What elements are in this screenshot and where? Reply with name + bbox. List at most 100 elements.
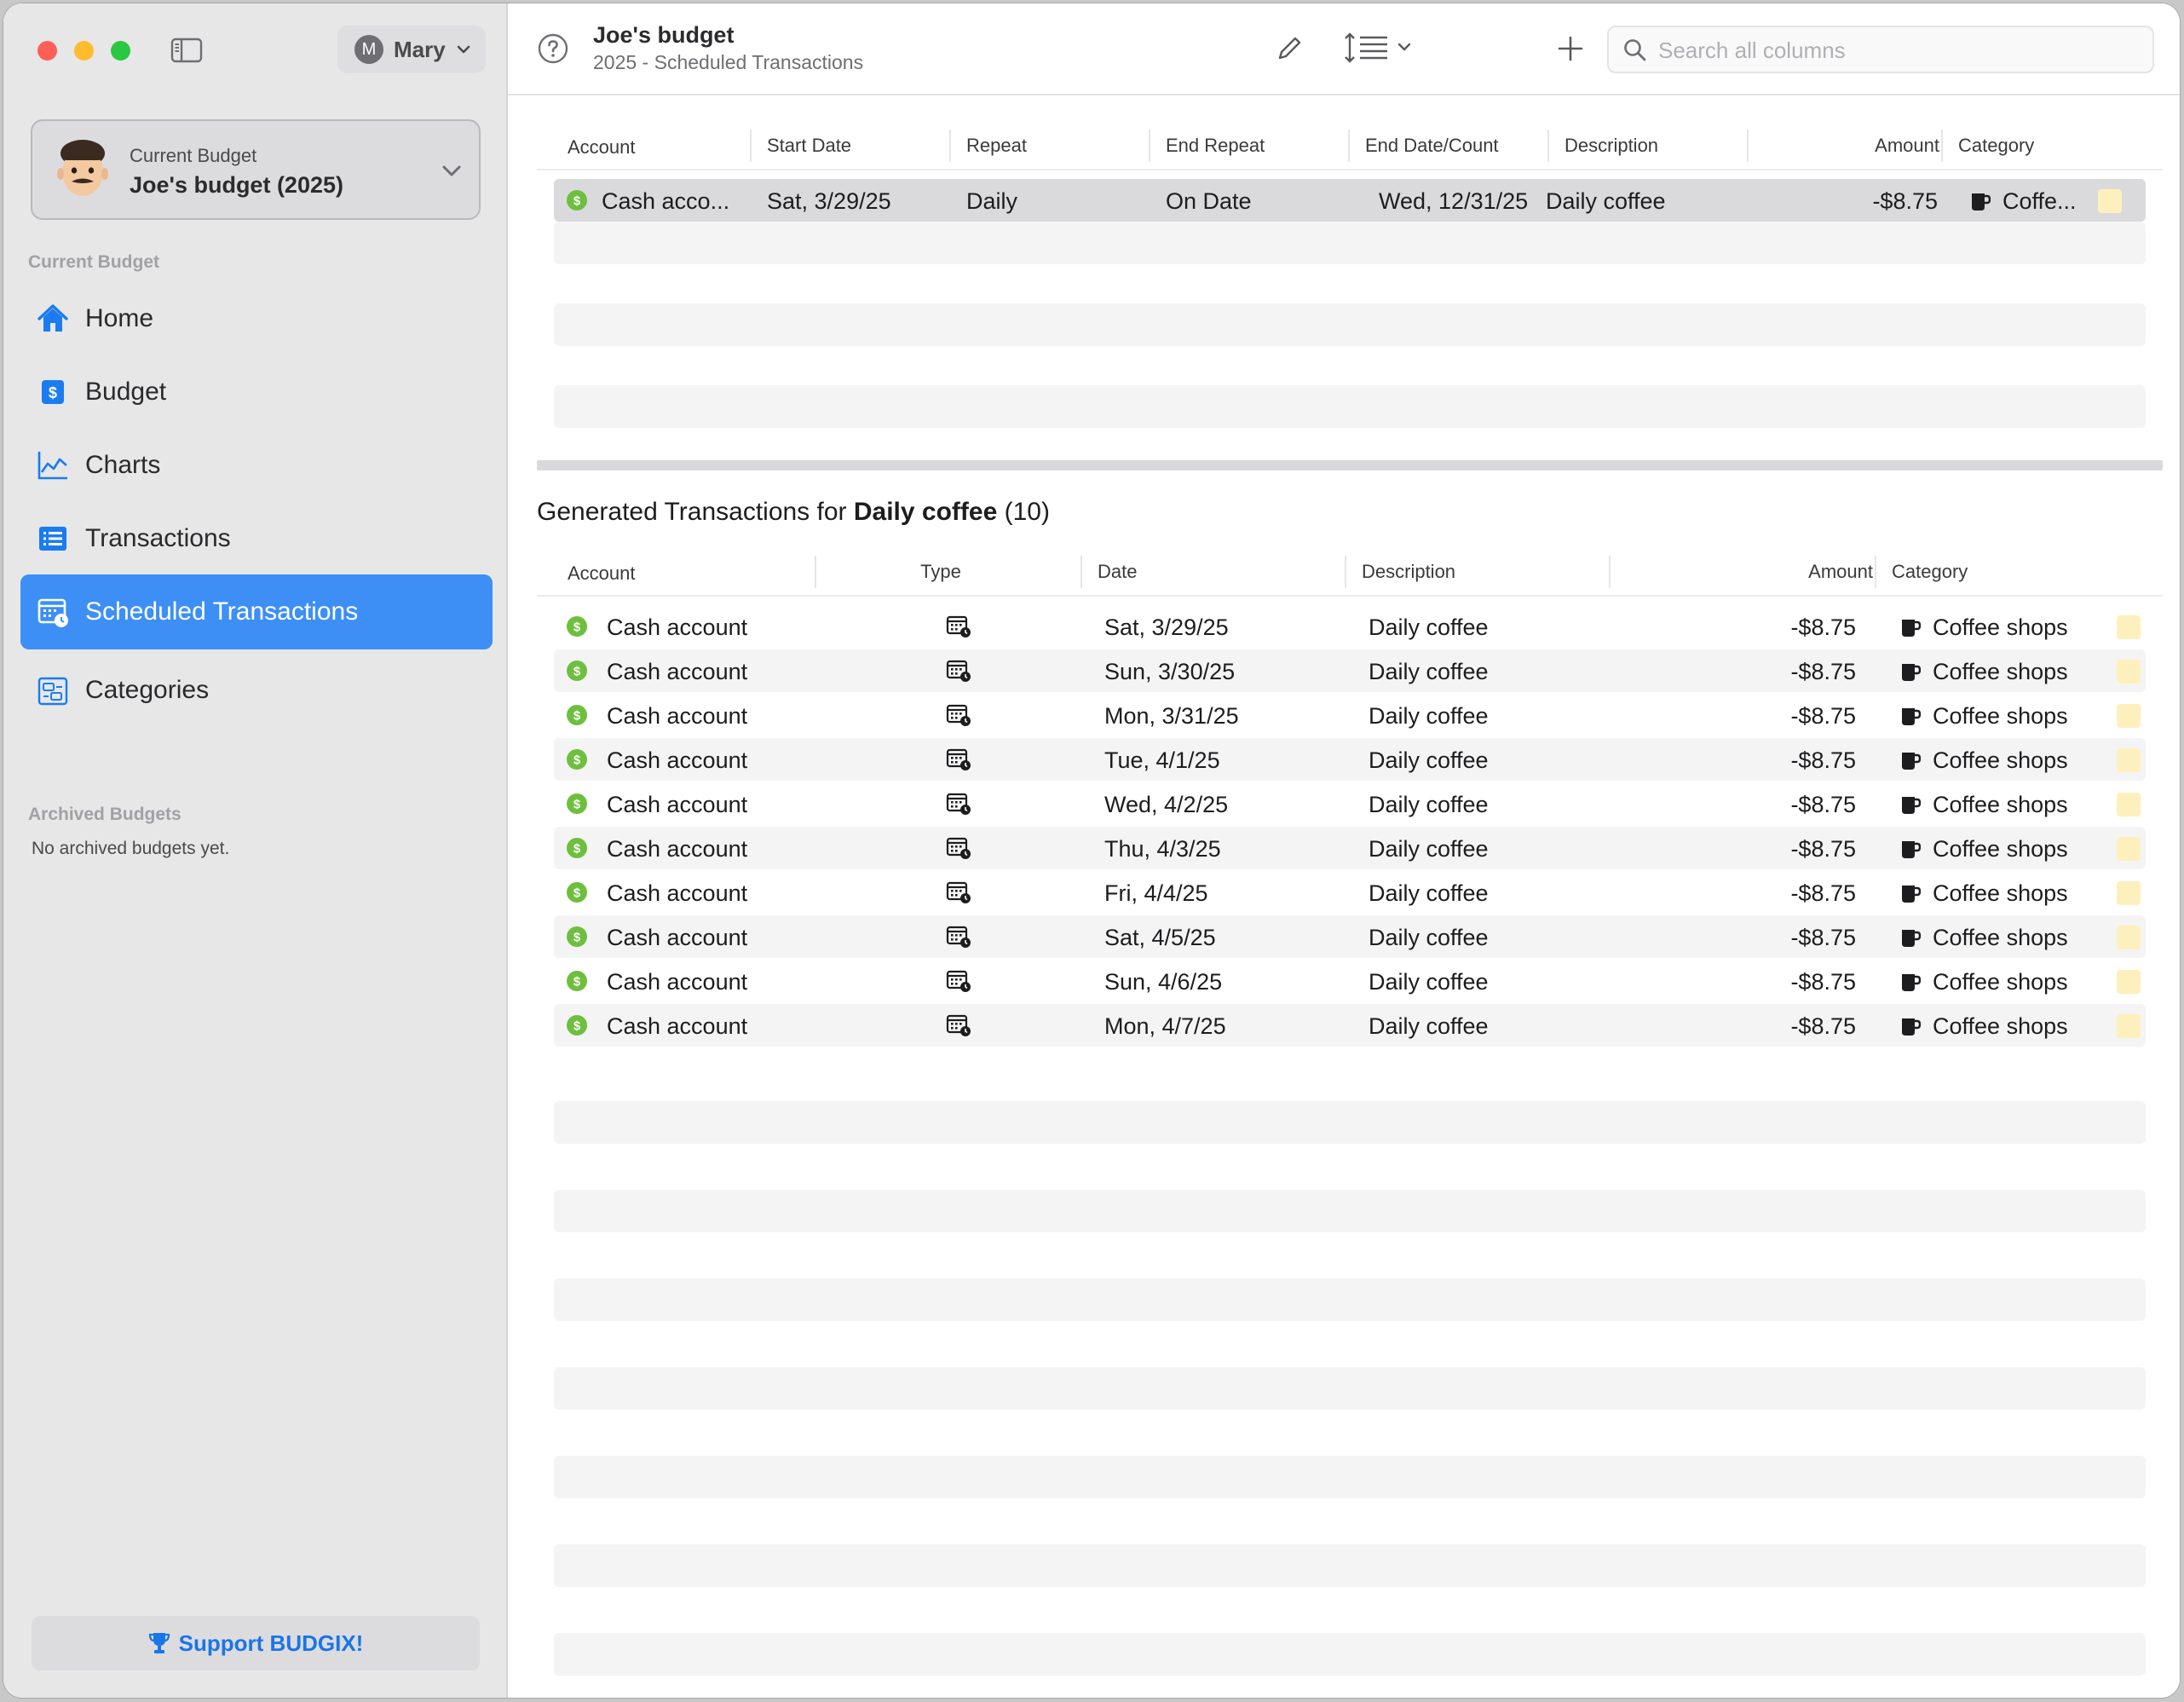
table-row[interactable]: $ Cash account Thu, 4/3/25 Daily coffee …: [554, 827, 2146, 869]
category-color-swatch: [2117, 837, 2141, 861]
column-header-amount[interactable]: Amount: [1747, 130, 1956, 162]
column-header-description[interactable]: Description: [1547, 130, 1658, 162]
column-header-date[interactable]: Date: [1080, 556, 1137, 588]
svg-text:$: $: [573, 975, 581, 989]
sidebar-item-categories[interactable]: Categories: [20, 653, 493, 728]
sidebar-item-budget[interactable]: $ Budget: [20, 355, 493, 430]
table-row[interactable]: $ Cash account Sun, 3/30/25 Daily coffee…: [554, 649, 2146, 692]
window-controls: [37, 41, 130, 61]
coffee-mug-icon: [1902, 886, 1921, 903]
category-color-swatch: [2117, 926, 2141, 949]
table-row[interactable]: $ Cash account Sat, 4/5/25 Daily coffee …: [554, 915, 2146, 958]
column-header-end-repeat[interactable]: End Repeat: [1149, 130, 1265, 162]
close-window-button[interactable]: [37, 41, 57, 61]
minimize-window-button[interactable]: [74, 41, 94, 61]
generated-title-name: Daily coffee: [853, 498, 998, 526]
no-archived-budgets-text: No archived budgets yet.: [32, 839, 230, 858]
category-cell: Coffee shops: [1933, 792, 2068, 817]
table-row[interactable]: $ Cash account Fri, 4/4/25 Daily coffee …: [554, 871, 2146, 914]
column-header-description[interactable]: Description: [1345, 556, 1455, 588]
row-height-menu-icon[interactable]: [1343, 31, 1420, 65]
category-cell: Coffee shops: [1933, 836, 2068, 862]
sidebar-item-charts[interactable]: Charts: [20, 428, 493, 503]
column-header-end-date-count[interactable]: End Date/Count: [1348, 130, 1499, 162]
sidebar-item-label: Transactions: [85, 524, 231, 552]
user-menu-button[interactable]: M Mary: [337, 26, 486, 73]
description-cell: Daily coffee: [1546, 188, 1666, 214]
column-header-amount[interactable]: Amount: [1609, 556, 1890, 588]
scheduled-calendar-icon: [946, 793, 971, 815]
description-cell: Daily coffee: [1369, 969, 1489, 995]
sidebar-item-label: Categories: [85, 676, 210, 704]
main-content: Joe's budget 2025 - Scheduled Transactio…: [508, 3, 2180, 1698]
current-budget-selector[interactable]: Current Budget Joe's budget (2025): [31, 119, 481, 220]
sidebar-item-home[interactable]: Home: [20, 281, 493, 356]
description-cell: Daily coffee: [1369, 747, 1489, 773]
sidebar-item-label: Charts: [85, 451, 161, 479]
scheduled-calendar-icon: [946, 837, 971, 859]
support-button-label: Support BUDGIX!: [178, 1630, 364, 1656]
calendar-clock-icon: [37, 598, 68, 627]
table-row[interactable]: $ Cash acco... Sat, 3/29/25 Daily On Dat…: [554, 179, 2146, 222]
table-row[interactable]: $ Cash account Wed, 4/2/25 Daily coffee …: [554, 782, 2146, 825]
empty-row: [554, 385, 2146, 428]
table-header: Account Start Date Repeat End Repeat End…: [537, 123, 2163, 170]
sidebar-item-label: Scheduled Transactions: [85, 597, 359, 626]
table-row[interactable]: $ Cash account Mon, 4/7/25 Daily coffee …: [554, 1004, 2146, 1047]
trophy-icon: [148, 1633, 170, 1653]
category-color-swatch: [2117, 704, 2141, 728]
column-header-account[interactable]: Account: [568, 136, 636, 159]
date-cell: Mon, 3/31/25: [1104, 703, 1239, 729]
column-header-account[interactable]: Account: [568, 563, 636, 585]
account-cell: Cash account: [607, 925, 748, 950]
description-cell: Daily coffee: [1369, 836, 1489, 862]
category-color-swatch: [2098, 189, 2122, 213]
svg-text:$: $: [573, 665, 581, 679]
column-header-type[interactable]: Type: [815, 556, 1065, 588]
sidebar: M Mary Current Budget Joe's budget (2025…: [3, 3, 508, 1698]
column-header-start-date[interactable]: Start Date: [750, 130, 851, 162]
support-button[interactable]: Support BUDGIX!: [32, 1616, 480, 1670]
description-cell: Daily coffee: [1369, 614, 1489, 640]
search-icon: [1624, 39, 1646, 61]
scheduled-calendar-icon: [946, 660, 971, 682]
search-input[interactable]: [1657, 34, 2137, 66]
coffee-mug-icon: [1902, 797, 1921, 814]
amount-cell: -$8.75: [1790, 836, 1856, 862]
date-cell: Sun, 3/30/25: [1104, 659, 1236, 684]
table-row[interactable]: $ Cash account Sat, 3/29/25 Daily coffee…: [554, 605, 2146, 648]
search-field[interactable]: [1607, 26, 2154, 73]
table-row[interactable]: $ Cash account Sun, 4/6/25 Daily coffee …: [554, 960, 2146, 1002]
sidebar-item-label: Budget: [85, 378, 167, 406]
svg-text:$: $: [573, 931, 581, 945]
date-cell: Fri, 4/4/25: [1104, 880, 1208, 906]
scheduled-calendar-icon: [946, 970, 971, 992]
user-name: Mary: [394, 36, 446, 62]
column-header-category[interactable]: Category: [1941, 130, 2034, 162]
category-cell: Coffee shops: [1933, 1013, 2068, 1039]
current-budget-section-title: Current Budget: [28, 252, 159, 272]
split-view-divider[interactable]: [537, 460, 2163, 470]
add-icon[interactable]: [1556, 34, 1585, 63]
category-color-swatch: [2117, 793, 2141, 816]
sidebar-item-scheduled-transactions[interactable]: Scheduled Transactions: [20, 574, 493, 649]
pencil-icon[interactable]: [1275, 34, 1304, 63]
account-cell: Cash account: [607, 659, 748, 684]
list-icon: [39, 527, 66, 551]
amount-cell: -$8.75: [1790, 880, 1856, 906]
account-cell: Cash acco...: [602, 188, 730, 214]
sidebar-toggle-icon[interactable]: [170, 38, 203, 63]
table-row[interactable]: $ Cash account Mon, 3/31/25 Daily coffee…: [554, 694, 2146, 736]
description-cell: Daily coffee: [1369, 880, 1489, 906]
table-row[interactable]: $ Cash account Tue, 4/1/25 Daily coffee …: [554, 738, 2146, 781]
categories-icon: [37, 677, 68, 706]
empty-row: [554, 1633, 2146, 1676]
sidebar-item-transactions[interactable]: Transactions: [20, 501, 493, 576]
column-header-category[interactable]: Category: [1875, 556, 1968, 588]
column-header-repeat[interactable]: Repeat: [949, 130, 1027, 162]
amount-cell: -$8.75: [1790, 747, 1856, 773]
coffee-mug-icon: [1972, 193, 1991, 211]
help-icon[interactable]: [537, 32, 569, 65]
zoom-window-button[interactable]: [111, 41, 130, 61]
category-cell: Coffee shops: [1933, 703, 2068, 729]
